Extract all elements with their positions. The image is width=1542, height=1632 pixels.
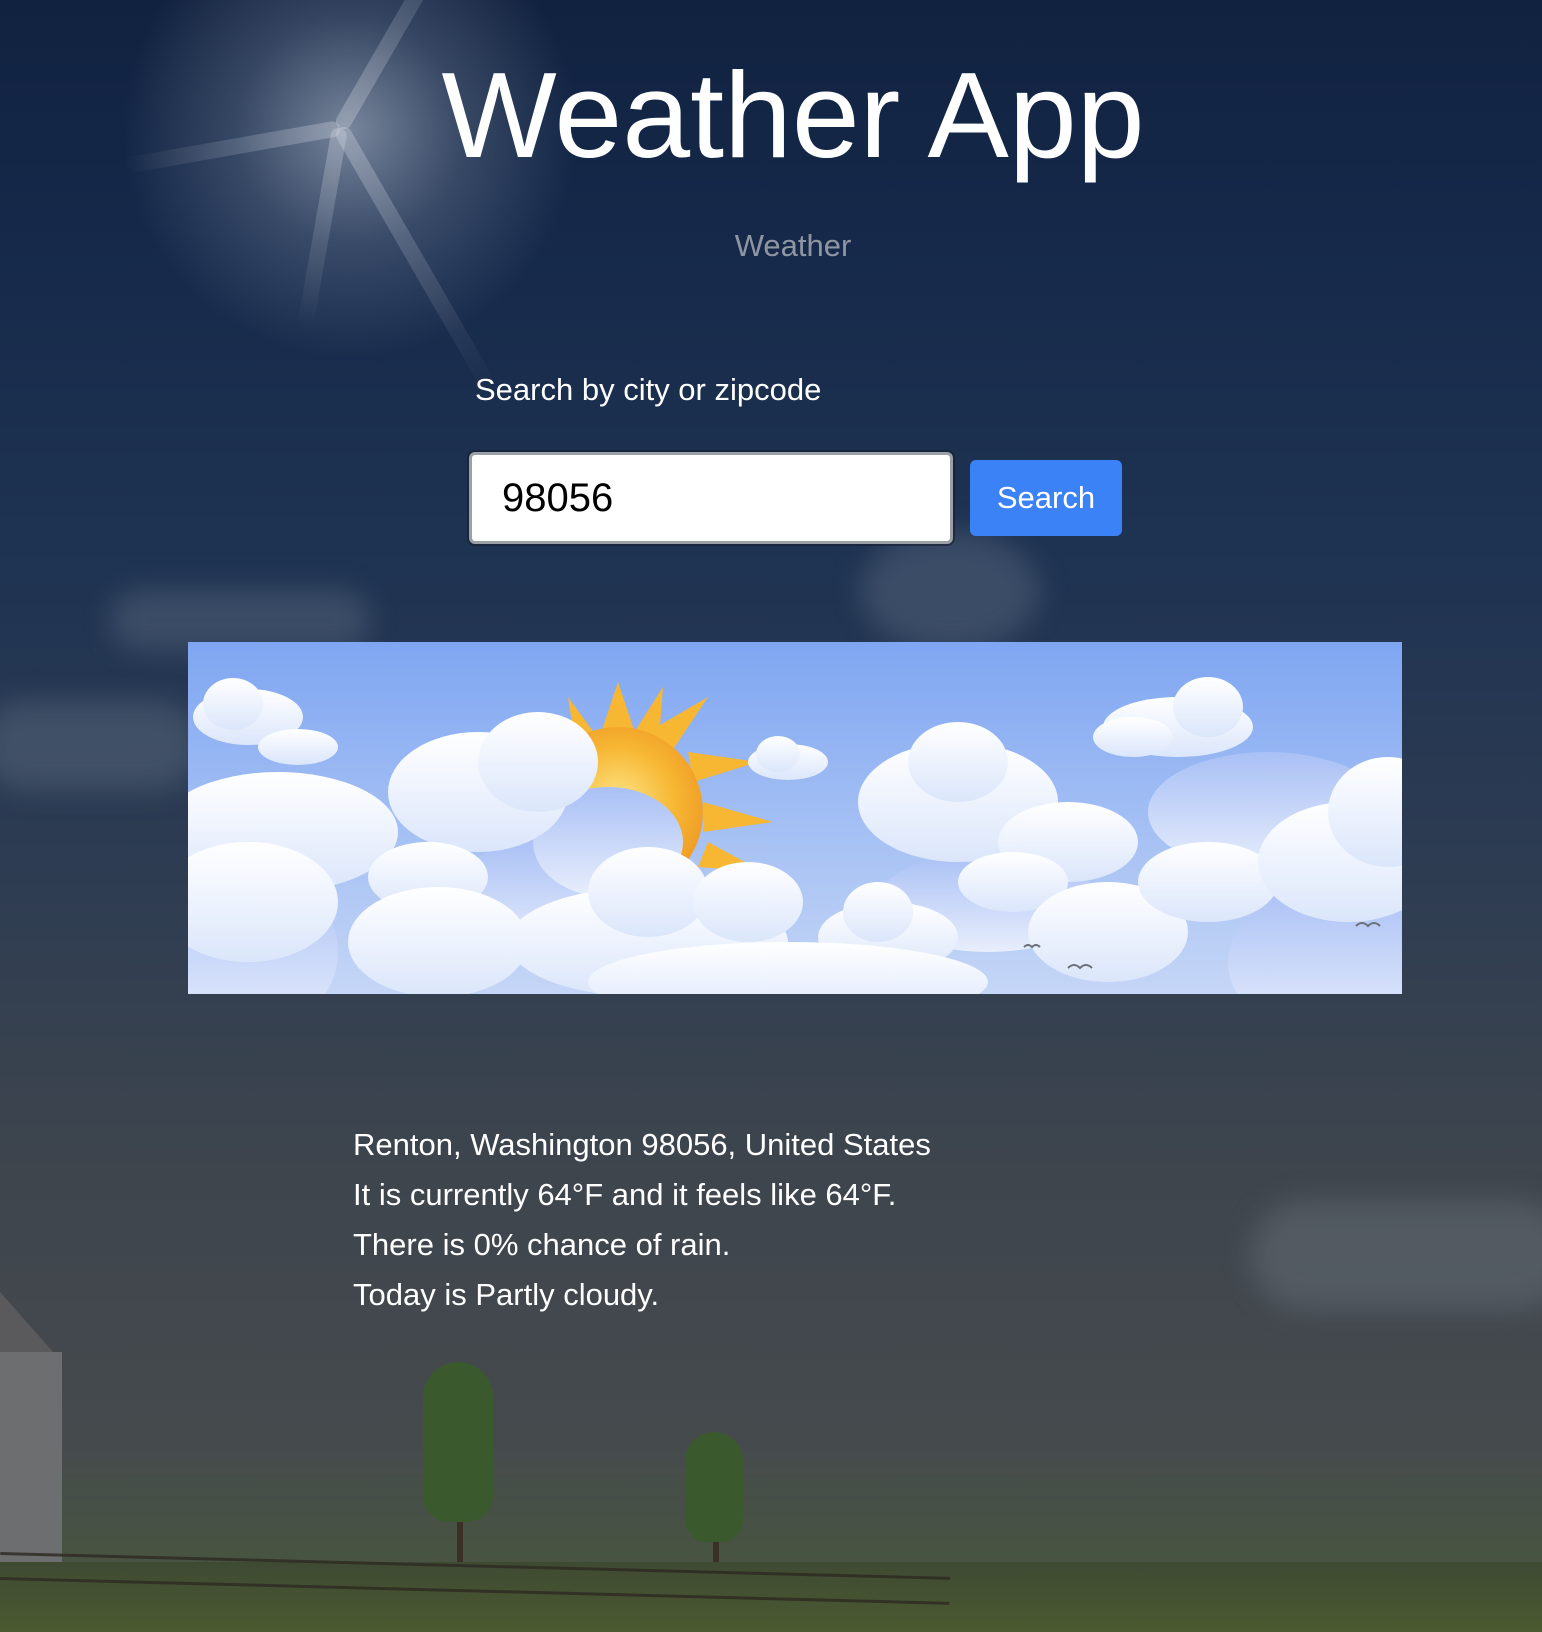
weather-result: Renton, Washington 98056, United States … — [353, 1124, 931, 1324]
result-temperature: It is currently 64°F and it feels like 6… — [353, 1177, 897, 1212]
search-input[interactable] — [469, 452, 953, 544]
search-button[interactable]: Search — [970, 460, 1122, 536]
page-title: Weather App — [441, 47, 1145, 183]
result-rain: There is 0% chance of rain. — [353, 1227, 731, 1262]
page-subtitle: Weather — [734, 228, 852, 263]
result-location: Renton, Washington 98056, United States — [353, 1127, 931, 1162]
search-label: Search by city or zipcode — [475, 372, 822, 407]
result-condition: Today is Partly cloudy. — [353, 1277, 660, 1312]
partly-cloudy-illustration — [188, 642, 1402, 994]
weather-app: Weather App Weather Search by city or zi… — [0, 0, 1542, 1632]
